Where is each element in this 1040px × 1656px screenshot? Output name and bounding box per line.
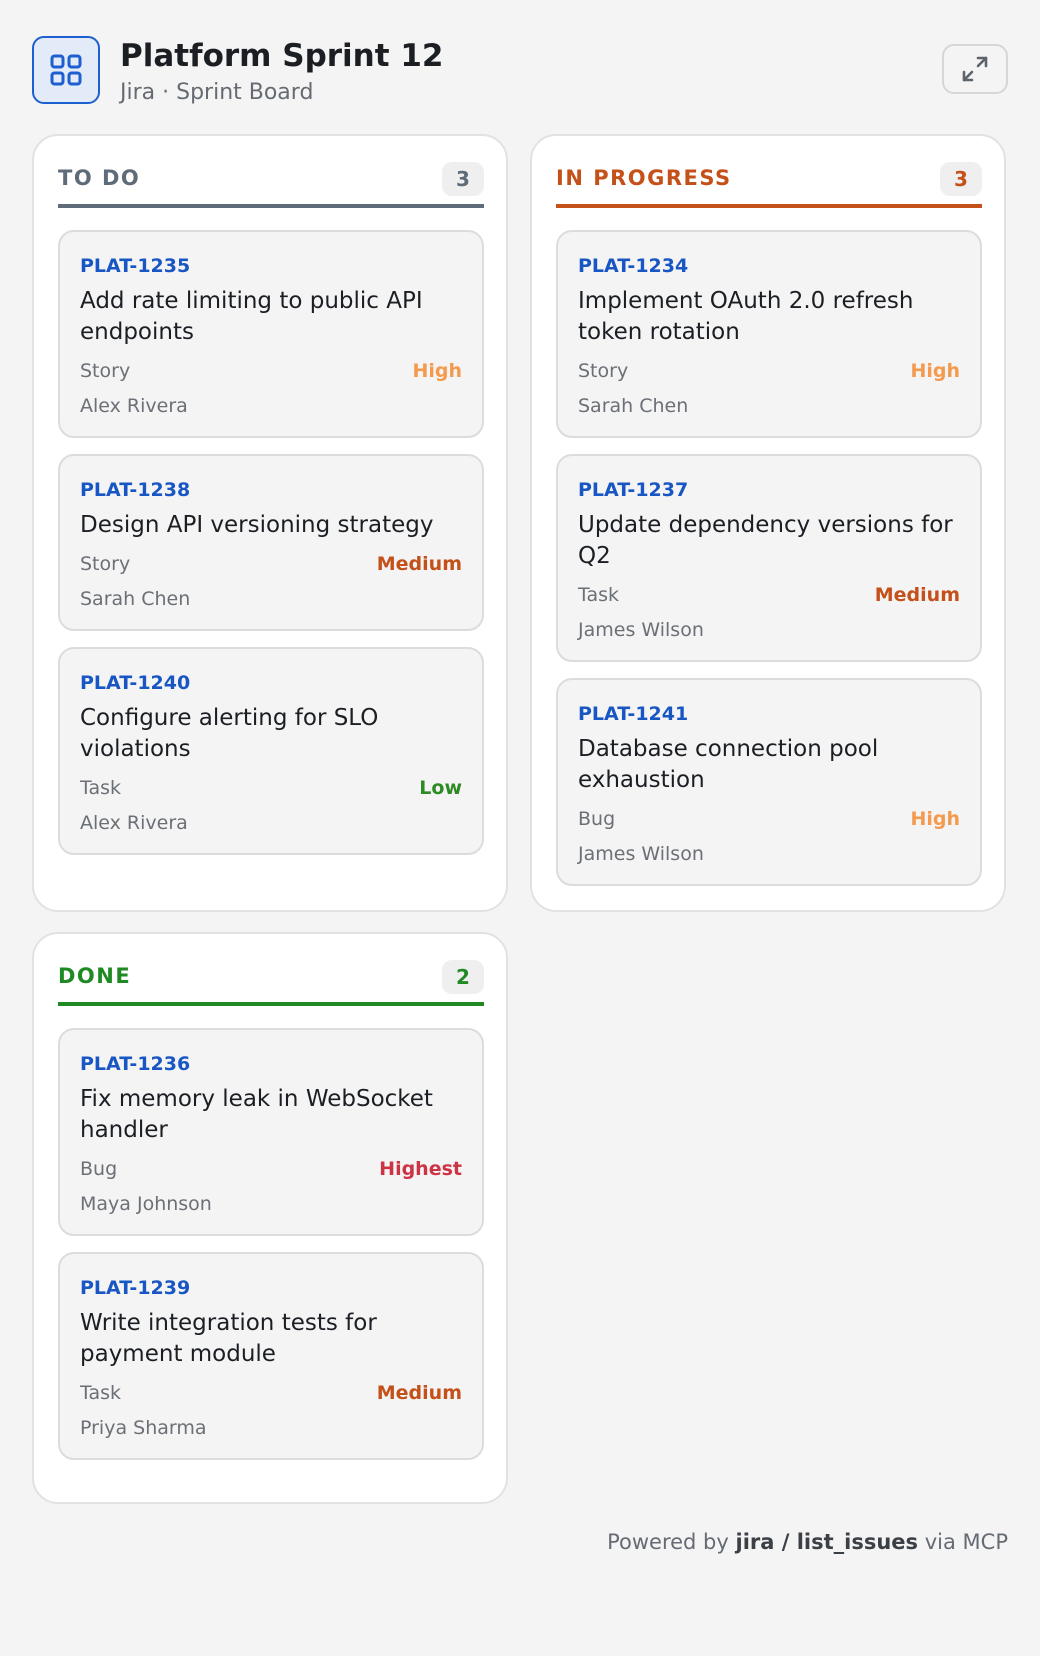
column-title: DONE xyxy=(58,964,132,988)
issue-meta: Story High xyxy=(80,358,462,384)
issue-key[interactable]: PLAT-1239 xyxy=(80,1276,462,1300)
issue-meta: Task Low xyxy=(80,775,462,801)
column-header: IN PROGRESS 3 xyxy=(556,162,982,208)
issue-assignee: Sarah Chen xyxy=(578,395,689,417)
issue-priority: Low xyxy=(419,777,462,799)
issue-card[interactable]: PLAT-1241 Database connection pool exhaus… xyxy=(556,678,982,886)
issue-card[interactable]: PLAT-1240 Configure alerting for SLO viol… xyxy=(58,647,484,855)
card-list: PLAT-1234 Implement OAuth 2.0 refresh tok… xyxy=(556,230,982,902)
footer-suffix: via MCP xyxy=(924,1530,1008,1554)
column-done: DONE 2 PLAT-1236 Fix memory leak in WebSock… xyxy=(32,932,508,1504)
issue-card[interactable]: PLAT-1236 Fix memory leak in WebSocket ha… xyxy=(58,1028,484,1236)
issue-priority: Highest xyxy=(379,1158,462,1180)
column-to-do: TO DO 3 PLAT-1235 Add rate limiting to publ… xyxy=(32,134,508,912)
issue-type: Bug xyxy=(578,808,616,830)
issue-key[interactable]: PLAT-1238 xyxy=(80,478,462,502)
issue-assignee: Sarah Chen xyxy=(80,588,191,610)
issue-assignee: Maya Johnson xyxy=(80,1193,212,1215)
issue-meta: Task Medium xyxy=(80,1380,462,1406)
issue-type: Story xyxy=(578,360,629,382)
issue-meta: Story High xyxy=(578,358,960,384)
issue-title: Write integration tests for payment modu… xyxy=(80,1310,377,1367)
issue-assignee: Alex Rivera xyxy=(80,812,188,834)
column-header: TO DO 3 xyxy=(58,162,484,208)
issue-meta: Story Medium xyxy=(80,551,462,577)
board-logo xyxy=(32,36,100,104)
issue-type: Task xyxy=(80,777,122,799)
issue-title: Database connection pool exhaustion xyxy=(578,736,879,793)
issue-key[interactable]: PLAT-1234 xyxy=(578,254,960,278)
issue-key[interactable]: PLAT-1237 xyxy=(578,478,960,502)
issue-title: Update dependency versions for Q2 xyxy=(578,512,953,569)
issue-key[interactable]: PLAT-1240 xyxy=(80,671,462,695)
issue-type: Story xyxy=(80,553,131,575)
issue-type: Story xyxy=(80,360,131,382)
issue-assignee: James Wilson xyxy=(578,619,704,641)
card-list: PLAT-1235 Add rate limiting to public API… xyxy=(58,230,484,871)
issue-title: Design API versioning strategy xyxy=(80,512,434,538)
page-subtitle: Jira · Sprint Board xyxy=(120,80,314,105)
column-count-badge: 3 xyxy=(442,162,484,196)
issue-meta: Bug Highest xyxy=(80,1156,462,1182)
issue-title: Configure alerting for SLO violations xyxy=(80,705,379,762)
footer-prefix: Powered by xyxy=(607,1530,729,1554)
issue-card[interactable]: PLAT-1234 Implement OAuth 2.0 refresh tok… xyxy=(556,230,982,438)
issue-title: Fix memory leak in WebSocket handler xyxy=(80,1086,433,1143)
issue-type: Task xyxy=(578,584,620,606)
footer: Powered by jira / list_issues via MCP xyxy=(607,1530,1008,1554)
issue-title: Add rate limiting to public API endpoint… xyxy=(80,288,423,345)
grid-icon xyxy=(50,54,82,86)
column-count-badge: 2 xyxy=(442,960,484,994)
issue-assignee: James Wilson xyxy=(578,843,704,865)
expand-icon xyxy=(962,56,988,82)
column-count-badge: 3 xyxy=(940,162,982,196)
column-title: IN PROGRESS xyxy=(556,166,732,190)
issue-priority: High xyxy=(910,808,960,830)
expand-button[interactable] xyxy=(942,44,1008,94)
column-in-progress: IN PROGRESS 3 PLAT-1234 Implement OAuth 2.0… xyxy=(530,134,1006,912)
issue-type: Task xyxy=(80,1382,122,1404)
issue-priority: Medium xyxy=(874,584,960,606)
issue-card[interactable]: PLAT-1237 Update dependency versions for … xyxy=(556,454,982,662)
issue-meta: Bug High xyxy=(578,806,960,832)
issue-priority: High xyxy=(412,360,462,382)
card-list: PLAT-1236 Fix memory leak in WebSocket ha… xyxy=(58,1028,484,1476)
issue-priority: Medium xyxy=(376,553,462,575)
page-title: Platform Sprint 12 xyxy=(120,38,444,74)
column-title: TO DO xyxy=(58,166,141,190)
board-header: Platform Sprint 12 Jira · Sprint Board xyxy=(32,36,1008,106)
issue-assignee: Priya Sharma xyxy=(80,1417,207,1439)
issue-card[interactable]: PLAT-1235 Add rate limiting to public API… xyxy=(58,230,484,438)
issue-priority: High xyxy=(910,360,960,382)
issue-type: Bug xyxy=(80,1158,118,1180)
issue-meta: Task Medium xyxy=(578,582,960,608)
column-header: DONE 2 xyxy=(58,960,484,1006)
issue-key[interactable]: PLAT-1241 xyxy=(578,702,960,726)
footer-tool: jira / list_issues xyxy=(735,1530,919,1554)
issue-assignee: Alex Rivera xyxy=(80,395,188,417)
issue-card[interactable]: PLAT-1239 Write integration tests for pay… xyxy=(58,1252,484,1460)
issue-title: Implement OAuth 2.0 refresh token rotati… xyxy=(578,288,914,345)
issue-key[interactable]: PLAT-1236 xyxy=(80,1052,462,1076)
issue-priority: Medium xyxy=(376,1382,462,1404)
issue-card[interactable]: PLAT-1238 Design API versioning strategy S… xyxy=(58,454,484,631)
issue-key[interactable]: PLAT-1235 xyxy=(80,254,462,278)
